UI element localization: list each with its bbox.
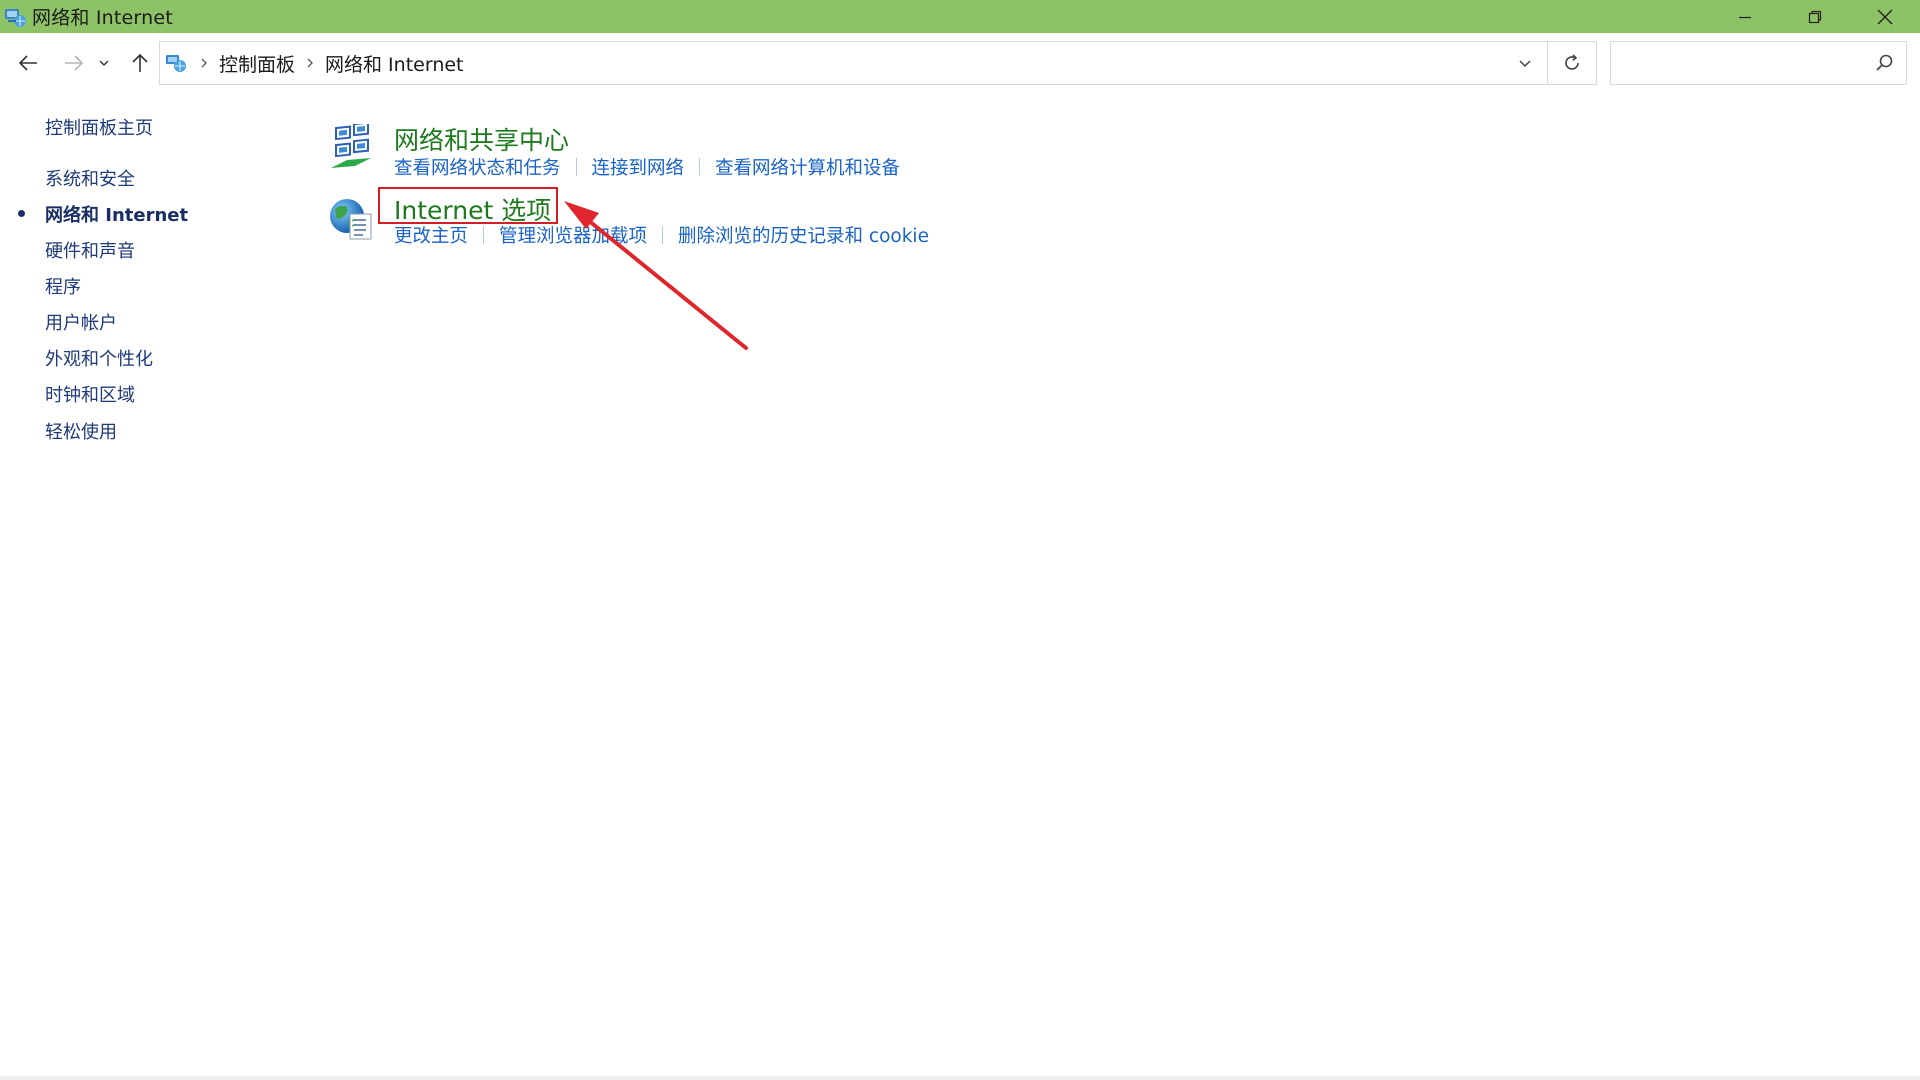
current-item-bullet bbox=[18, 210, 25, 217]
window-controls bbox=[1710, 0, 1920, 33]
window-title: 网络和 Internet bbox=[32, 7, 173, 29]
search-box[interactable] bbox=[1610, 41, 1907, 85]
arrow-left-icon bbox=[18, 55, 37, 71]
breadcrumb-separator[interactable] bbox=[301, 54, 319, 72]
sidebar-item-appearance[interactable]: 外观和个性化 bbox=[45, 345, 153, 371]
breadcrumb-separator[interactable] bbox=[195, 54, 213, 72]
link-manage-browser-addons[interactable]: 管理浏览器加载项 bbox=[499, 222, 647, 248]
annotation-arrow bbox=[564, 201, 748, 350]
sidebar-item-user-accounts[interactable]: 用户帐户 bbox=[45, 309, 117, 335]
address-toolbar: 控制面板 网络和 Internet bbox=[0, 33, 1920, 91]
minimize-button[interactable] bbox=[1710, 0, 1780, 33]
control-panel-location-icon bbox=[166, 55, 186, 72]
category-links: 更改主页 管理浏览器加载项 删除浏览的历史记录和 cookie bbox=[394, 222, 929, 248]
refresh-icon bbox=[1565, 54, 1579, 70]
link-separator bbox=[662, 226, 664, 244]
link-view-network-status[interactable]: 查看网络状态和任务 bbox=[394, 154, 561, 180]
arrow-right-icon bbox=[65, 55, 84, 71]
category-title-network-sharing-center[interactable]: 网络和共享中心 bbox=[394, 121, 569, 157]
search-input[interactable] bbox=[1619, 48, 1859, 78]
title-bar: 网络和 Internet bbox=[0, 0, 1920, 33]
minimize-icon bbox=[1739, 16, 1751, 18]
window-bottom-edge bbox=[0, 1076, 1920, 1080]
forward-button[interactable] bbox=[59, 48, 89, 78]
close-icon bbox=[1877, 9, 1893, 24]
sidebar-item-hardware-sound[interactable]: 硬件和声音 bbox=[45, 237, 135, 263]
link-change-home-page[interactable]: 更改主页 bbox=[394, 222, 468, 248]
refresh-button[interactable] bbox=[1547, 41, 1597, 85]
recent-locations-button[interactable] bbox=[94, 48, 114, 78]
highlight-box bbox=[378, 187, 558, 224]
link-view-network-computers[interactable]: 查看网络计算机和设备 bbox=[715, 154, 900, 180]
chevron-right-icon bbox=[307, 58, 313, 68]
address-bar[interactable]: 控制面板 网络和 Internet bbox=[159, 41, 1597, 85]
link-separator bbox=[483, 226, 485, 244]
chevron-down-icon bbox=[1519, 60, 1531, 68]
chevron-down-icon bbox=[99, 60, 109, 66]
link-connect-to-network[interactable]: 连接到网络 bbox=[592, 154, 685, 180]
sidebar-item-ease-of-access[interactable]: 轻松使用 bbox=[45, 418, 117, 444]
up-button[interactable] bbox=[125, 48, 155, 78]
sidebar-item-network-internet[interactable]: 网络和 Internet bbox=[45, 201, 188, 227]
category-links: 查看网络状态和任务 连接到网络 查看网络计算机和设备 bbox=[394, 154, 900, 180]
internet-options-icon[interactable] bbox=[327, 195, 375, 243]
network-sharing-center-icon[interactable] bbox=[327, 124, 375, 172]
arrow-up-icon bbox=[132, 53, 148, 72]
back-button[interactable] bbox=[13, 48, 43, 78]
breadcrumb-network-internet[interactable]: 网络和 Internet bbox=[325, 50, 463, 77]
search-icon[interactable] bbox=[1874, 53, 1894, 73]
network-app-icon bbox=[5, 8, 26, 27]
address-dropdown-button[interactable] bbox=[1514, 52, 1536, 74]
sidebar-item-control-panel-home[interactable]: 控制面板主页 bbox=[45, 114, 153, 140]
link-separator bbox=[699, 158, 701, 176]
close-button[interactable] bbox=[1850, 0, 1920, 33]
chevron-right-icon bbox=[201, 58, 207, 68]
restore-button[interactable] bbox=[1780, 0, 1850, 33]
link-delete-browsing-history[interactable]: 删除浏览的历史记录和 cookie bbox=[678, 222, 929, 248]
breadcrumb-control-panel[interactable]: 控制面板 bbox=[219, 50, 295, 77]
sidebar-item-clock-region[interactable]: 时钟和区域 bbox=[45, 381, 135, 407]
link-separator bbox=[575, 158, 577, 176]
restore-icon bbox=[1808, 10, 1822, 23]
sidebar-item-system-security[interactable]: 系统和安全 bbox=[45, 165, 135, 191]
sidebar-item-programs[interactable]: 程序 bbox=[45, 273, 81, 299]
